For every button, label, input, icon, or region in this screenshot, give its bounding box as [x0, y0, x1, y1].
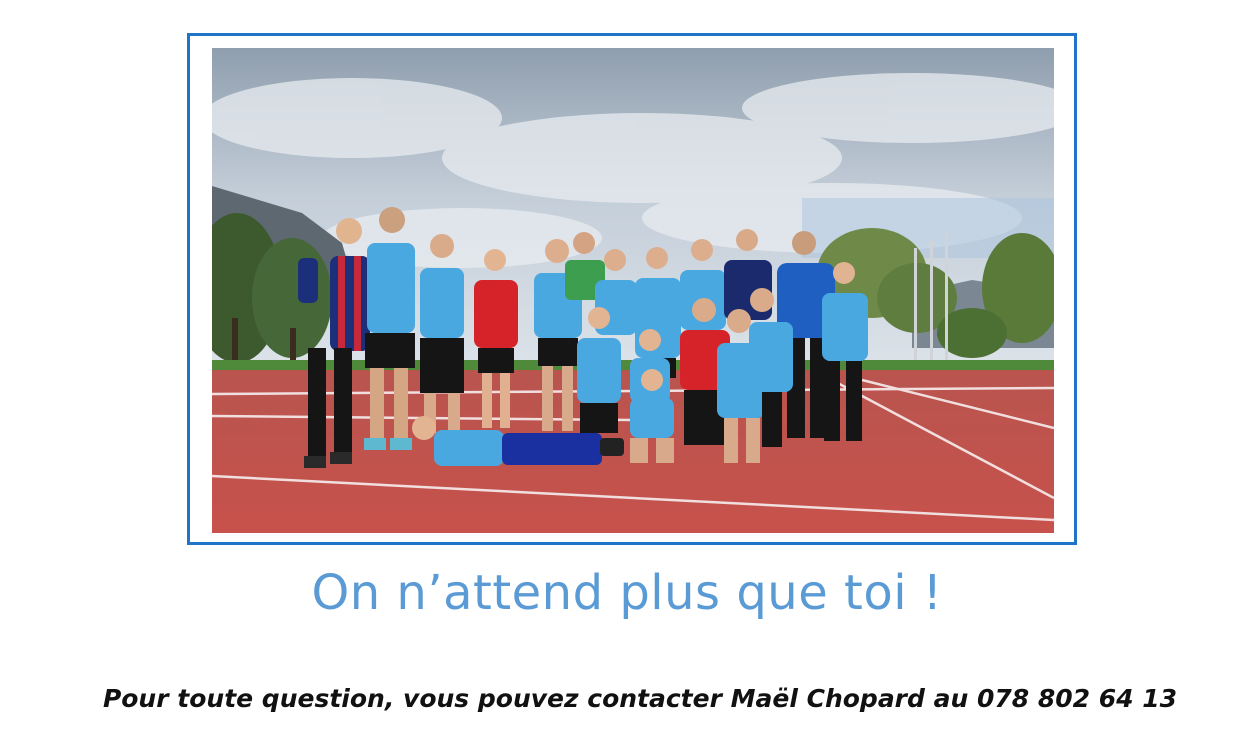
team-photo-illustration: [212, 48, 1054, 533]
photo-frame: [187, 33, 1077, 545]
headline: On n’attend plus que toi !: [311, 565, 943, 621]
contact-info: Pour toute question, vous pouvez contact…: [102, 684, 1178, 713]
team-photo: [212, 48, 1054, 533]
